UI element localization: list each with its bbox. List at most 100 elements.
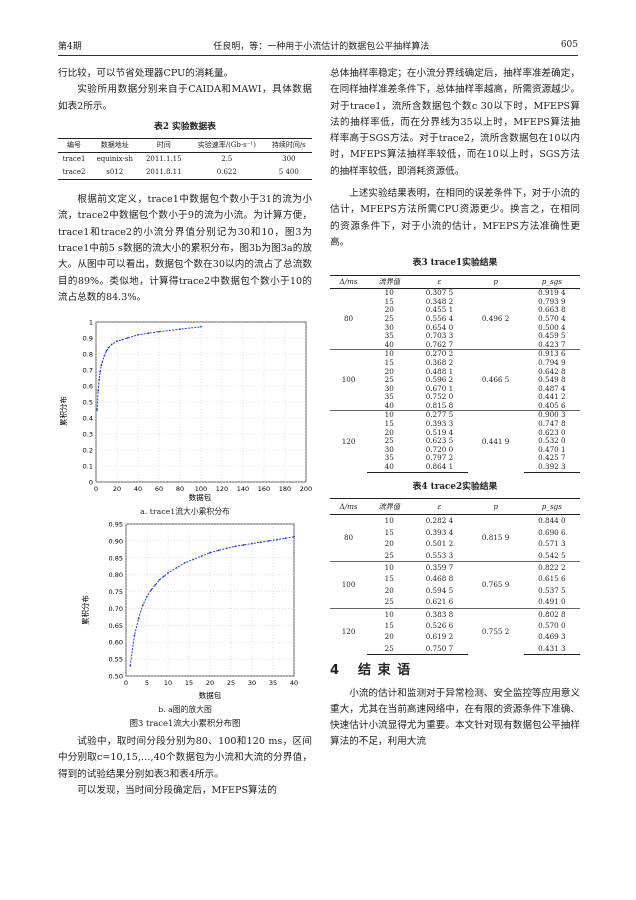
data-point — [137, 617, 140, 620]
series-line — [129, 536, 295, 666]
y-tick-label: 0.9 — [83, 335, 93, 343]
data-point — [192, 558, 195, 561]
data-point — [259, 541, 262, 544]
table-cell: s012 — [90, 166, 140, 181]
y-axis-label: 累积分布 — [80, 595, 90, 625]
paragraph: 小流的估计和监测对于异常检测、安全监控等应用意义重大，尤其在当前高速网络中，在有… — [330, 687, 580, 748]
table3-caption: 表3 trace1实验结果 — [412, 258, 498, 269]
table-cell: 0.571 3 — [538, 539, 566, 549]
column-header: 流界值 — [367, 274, 412, 290]
y-tick-label: 0.80 — [109, 571, 123, 579]
x-tick-label: 40 — [134, 485, 142, 493]
y-tick-label: 0.7 — [83, 367, 93, 375]
y-tick-label: 0.4 — [83, 415, 93, 423]
data-point — [167, 572, 169, 574]
y-tick-label: 0.65 — [109, 622, 123, 630]
data-point — [217, 549, 220, 552]
data-point — [158, 578, 161, 581]
table-row: 15 0.468 8 0.615 6 — [330, 573, 580, 584]
column-header: 持续时间/s — [265, 138, 312, 154]
page-number: 605 — [560, 40, 578, 50]
table-cell: 10 — [367, 607, 412, 620]
table-row: 40 0.864 1 0.392 3 — [330, 462, 580, 473]
right-column: 总体抽样率稳定；在小流分界线确定后，抽样率准差确定，在同样抽样准差条件下，总体抽… — [330, 66, 580, 751]
table-cell: 0.466 5 — [467, 349, 524, 411]
table-cell: trace1 — [62, 155, 86, 164]
table-cell: 0.619 2 — [425, 632, 454, 642]
table-cell: 0.359 7 — [411, 560, 468, 574]
column-header: p — [467, 274, 524, 290]
data-point — [101, 361, 104, 363]
column-header: 编号 — [58, 138, 91, 154]
table-cell: 0.802 8 — [523, 607, 580, 620]
y-tick-label: 0.90 — [109, 537, 123, 545]
table-cell: 15 — [384, 620, 394, 630]
data-point — [293, 535, 295, 538]
table-cell: 300 — [282, 155, 296, 164]
data-point — [162, 575, 165, 578]
series-line — [96, 326, 202, 411]
table-cell: 0.553 3 — [425, 550, 454, 560]
data-point — [141, 604, 144, 606]
table-row: trace1 equinix-sh 2011.1.15 2.5 300 — [58, 153, 312, 167]
data-point — [225, 547, 228, 550]
table-cell: 0.864 1 — [411, 462, 468, 473]
table-cell: 80 — [343, 313, 354, 323]
data-point — [284, 537, 287, 540]
table4: Δ/ms 流界值 ε p p_sgs 80 10 0.282 4 0.815 9 0.844 01… — [330, 497, 580, 656]
column-header: p_sgs — [523, 497, 580, 516]
table-cell: 40 — [367, 462, 412, 473]
x-tick-label: 200 — [300, 485, 312, 493]
x-tick-label: 0 — [124, 679, 128, 687]
table-cell: 15 — [384, 574, 394, 584]
column-header: 流界值 — [367, 497, 412, 516]
table-cell: 0.537 5 — [538, 585, 566, 595]
data-point — [98, 378, 101, 381]
y-tick-label: 0.60 — [109, 639, 123, 647]
x-tick-label: 25 — [227, 679, 235, 687]
y-tick-label: 0.5 — [83, 399, 93, 407]
table-cell: 0.622 — [188, 166, 266, 181]
table-cell: 120 — [330, 410, 368, 473]
paragraph: 可以发现，当时间分段确定后，MFEPS算法的 — [77, 784, 277, 796]
column-header: 数据地址 — [90, 138, 140, 154]
x-axis-label: 数据包 — [189, 492, 212, 502]
table-cell: 100 — [330, 349, 368, 411]
table-cell: 100 — [330, 560, 368, 609]
data-point — [234, 545, 237, 548]
data-point — [133, 634, 136, 637]
x-tick-label: 120 — [216, 485, 228, 493]
x-tick-label: 10 — [164, 679, 172, 687]
table-cell: 0.542 5 — [538, 550, 566, 560]
table-cell: 0.765 9 — [467, 560, 524, 609]
table-cell: 2.5 — [221, 155, 233, 164]
table-row: 15 0.526 6 0.570 0 — [330, 620, 580, 631]
section-heading: 4 结 束 语 — [330, 663, 580, 679]
data-point — [267, 539, 270, 542]
section-title: 结 束 语 — [358, 663, 412, 679]
data-point — [158, 330, 160, 333]
y-tick-label: 0.95 — [109, 521, 123, 529]
data-point — [183, 561, 186, 564]
data-point — [110, 343, 113, 346]
table2: 编号 数据地址 时间 实验速率/(Gb·s⁻¹) 持续时间/s trace1 e… — [58, 138, 312, 181]
table-cell: 0.690 6 — [538, 527, 566, 537]
x-axis-label: 数据包 — [199, 690, 222, 700]
figure-3b: 0.95 0.90 0.85 0.80 0.75 0.70 0.65 0.60 0.55 0.50… — [58, 520, 312, 730]
x-tick-label: 20 — [113, 485, 121, 493]
column-header: 时间 — [139, 138, 189, 154]
data-point — [175, 567, 178, 569]
table-cell: 0.501 2 — [425, 539, 454, 549]
table-cell: 0.496 2 — [481, 313, 510, 323]
table-row: 25 0.750 7 0.431 3 — [330, 642, 580, 656]
data-point — [209, 551, 211, 554]
table-row: trace2 s012 2011.8.11 0.622 5 400 — [58, 166, 312, 181]
table-cell: 0.755 2 — [467, 607, 524, 655]
table-cell: 0.615 6 — [538, 574, 566, 584]
x-tick-label: 0 — [94, 485, 98, 493]
y-tick-label: 0.2 — [83, 447, 93, 455]
table-cell: 15 — [384, 527, 394, 537]
paragraph: 行比较，可以节省处理器CPU的消耗量。 — [58, 68, 234, 79]
data-point — [100, 364, 103, 367]
y-tick-label: 0.50 — [109, 673, 123, 681]
